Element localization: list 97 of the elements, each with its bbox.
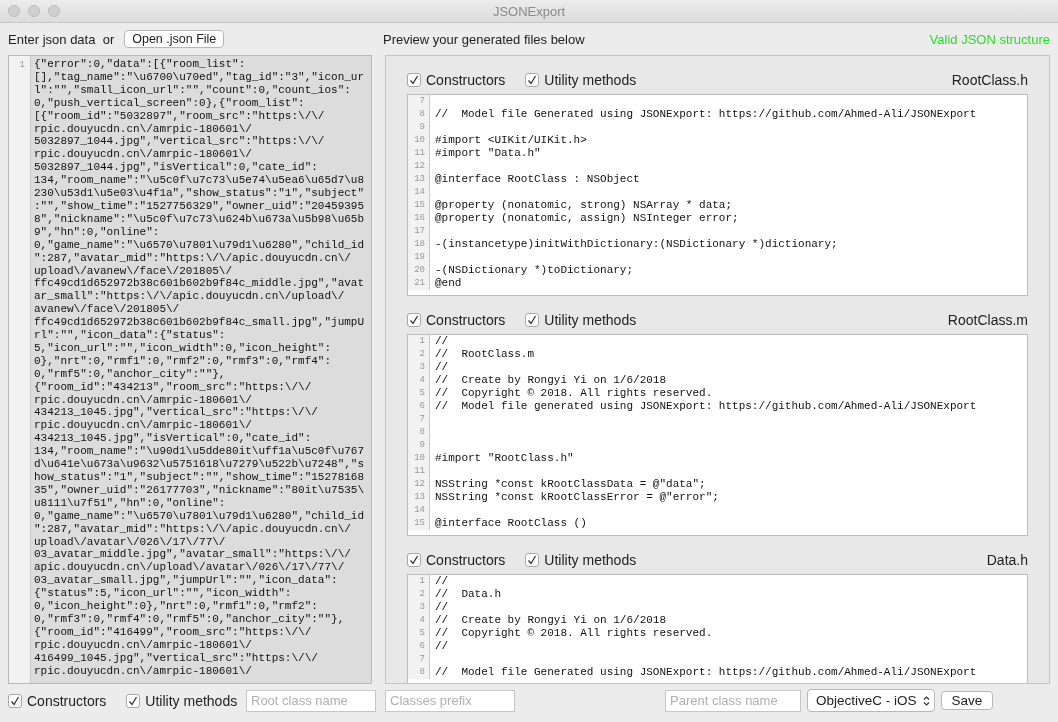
line-number: 6 xyxy=(419,400,425,413)
checkbox[interactable]: Constructors xyxy=(407,72,506,88)
line-number: 13 xyxy=(414,491,425,504)
line-number: 2 xyxy=(419,348,425,361)
root-class-field[interactable]: Root class name xyxy=(246,689,376,712)
file-name: RootClass.h xyxy=(951,72,1028,88)
prompt-label: Enter json data or xyxy=(8,31,115,47)
open-file-button[interactable]: Open .json File xyxy=(124,30,225,48)
line-number: 16 xyxy=(414,212,425,225)
line-number: 8 xyxy=(419,426,425,439)
chevron-icon xyxy=(922,694,930,707)
minimize-button[interactable] xyxy=(28,5,40,17)
line-number: 9 xyxy=(419,439,425,452)
check-icon xyxy=(527,315,538,325)
code-line: // Create by Rongyi Yi on 1/6/2018 xyxy=(434,614,667,627)
line-number: 4 xyxy=(419,614,425,627)
checkbox[interactable]: Utility methods xyxy=(126,692,238,709)
line-number: 12 xyxy=(414,478,425,491)
check-icon xyxy=(10,695,20,706)
code-line: NSString *const kRootClassData = @"data"; xyxy=(434,478,706,491)
check-icon xyxy=(527,75,538,85)
line-number: 11 xyxy=(414,465,425,478)
check-icon xyxy=(409,555,419,565)
code-line: @end xyxy=(434,277,462,290)
line-number: 3 xyxy=(419,361,425,374)
code-line: @interface RootClass : NSObject xyxy=(434,173,640,186)
code-line: // Model file Generated using JSONExport: https://github.com/Ahmed-Ali/JSONExport xyxy=(434,666,977,679)
checkbox[interactable]: Utility methods xyxy=(525,72,637,88)
line-number: 7 xyxy=(419,413,425,426)
check-icon xyxy=(409,315,419,325)
line-number: 5 xyxy=(419,387,425,400)
code-line: @property (nonatomic, strong) NSArray * data; xyxy=(434,199,733,212)
classes-prefix-field[interactable]: Classes prefix xyxy=(385,689,515,712)
line-number: 15 xyxy=(414,517,425,530)
code-line: // Create by Rongyi Yi on 1/6/2018 xyxy=(434,374,667,387)
code-line: // xyxy=(434,601,449,614)
code-line: // Model file Generated using JSONExport: https://github.com/Ahmed-Ali/JSONExport xyxy=(434,108,977,121)
code-line: // RootClass.m xyxy=(434,348,535,361)
line-number: 11 xyxy=(414,147,425,160)
window-title: JSONExport xyxy=(492,3,566,19)
checkbox[interactable]: Constructors xyxy=(407,312,506,328)
line-number: 5 xyxy=(419,627,425,640)
line-number: 21 xyxy=(414,277,425,290)
line-number: 8 xyxy=(419,666,425,679)
line-number: 6 xyxy=(419,640,425,653)
checkbox[interactable]: Utility methods xyxy=(525,552,637,568)
line-number: 12 xyxy=(414,160,425,173)
checkbox[interactable]: Constructors xyxy=(407,552,506,568)
checkbox[interactable]: Utility methods xyxy=(525,312,637,328)
line-number: 9 xyxy=(419,121,425,134)
line-number: 15 xyxy=(414,199,425,212)
code-line: #import "RootClass.h" xyxy=(434,452,574,465)
code-line: @property (nonatomic, assign) NSInteger error; xyxy=(434,212,739,225)
file-name: Data.h xyxy=(986,552,1028,568)
code-line: NSString *const kRootClassError = @"error"; xyxy=(434,491,719,504)
line-number: 14 xyxy=(414,504,425,517)
line-number: 7 xyxy=(419,95,425,108)
line-number: 3 xyxy=(419,601,425,614)
code-line: // Copyright © 2018. All rights reserved. xyxy=(434,387,713,400)
line-number: 1 xyxy=(419,335,425,348)
code-line: #import "Data.h" xyxy=(434,147,541,160)
line-number: 2 xyxy=(419,588,425,601)
code-line: // xyxy=(434,335,449,348)
line-number: 19 xyxy=(414,251,425,264)
line-number: 10 xyxy=(414,134,425,147)
code-line: // Model file generated using JSONExport: https://github.com/Ahmed-Ali/JSONExport xyxy=(434,400,977,413)
preview-label: Preview your generated files below xyxy=(383,31,586,47)
line-number: 8 xyxy=(419,108,425,121)
line-number: 1 xyxy=(419,575,425,588)
check-icon xyxy=(409,75,419,85)
code-line: @interface RootClass () xyxy=(434,517,587,530)
line-number: 10 xyxy=(414,452,425,465)
code-line: #import <UIKit/UIKit.h> xyxy=(434,134,587,147)
code-line: -(instancetype)initWithDictionary:(NSDictionary *)dictionary; xyxy=(434,238,838,251)
line-number: 13 xyxy=(414,173,425,186)
line-number: 7 xyxy=(419,653,425,666)
file-name: RootClass.m xyxy=(947,312,1028,328)
save-button[interactable]: Save xyxy=(940,691,994,710)
line-number: 17 xyxy=(414,225,425,238)
line-number: 20 xyxy=(414,264,425,277)
code-line: // xyxy=(434,575,449,588)
code-line: // Data.h xyxy=(434,588,501,601)
line-number: 14 xyxy=(414,186,425,199)
zoom-button[interactable] xyxy=(48,5,60,17)
check-icon xyxy=(527,555,538,565)
code-line: // Copyright © 2018. All rights reserved. xyxy=(434,627,713,640)
line-number: 4 xyxy=(419,374,425,387)
check-icon xyxy=(128,695,139,706)
close-button[interactable] xyxy=(8,5,20,17)
code-line: // xyxy=(434,640,449,653)
checkbox[interactable]: Constructors xyxy=(8,692,107,709)
parent-class-field[interactable]: Parent class name xyxy=(665,689,801,712)
language-dropdown[interactable]: ObjectiveC - iOS xyxy=(807,689,935,712)
status-label: Valid JSON structure xyxy=(929,31,1050,47)
code-line: -(NSDictionary *)toDictionary; xyxy=(434,264,634,277)
line-number: 18 xyxy=(414,238,425,251)
code-line: // xyxy=(434,361,449,374)
